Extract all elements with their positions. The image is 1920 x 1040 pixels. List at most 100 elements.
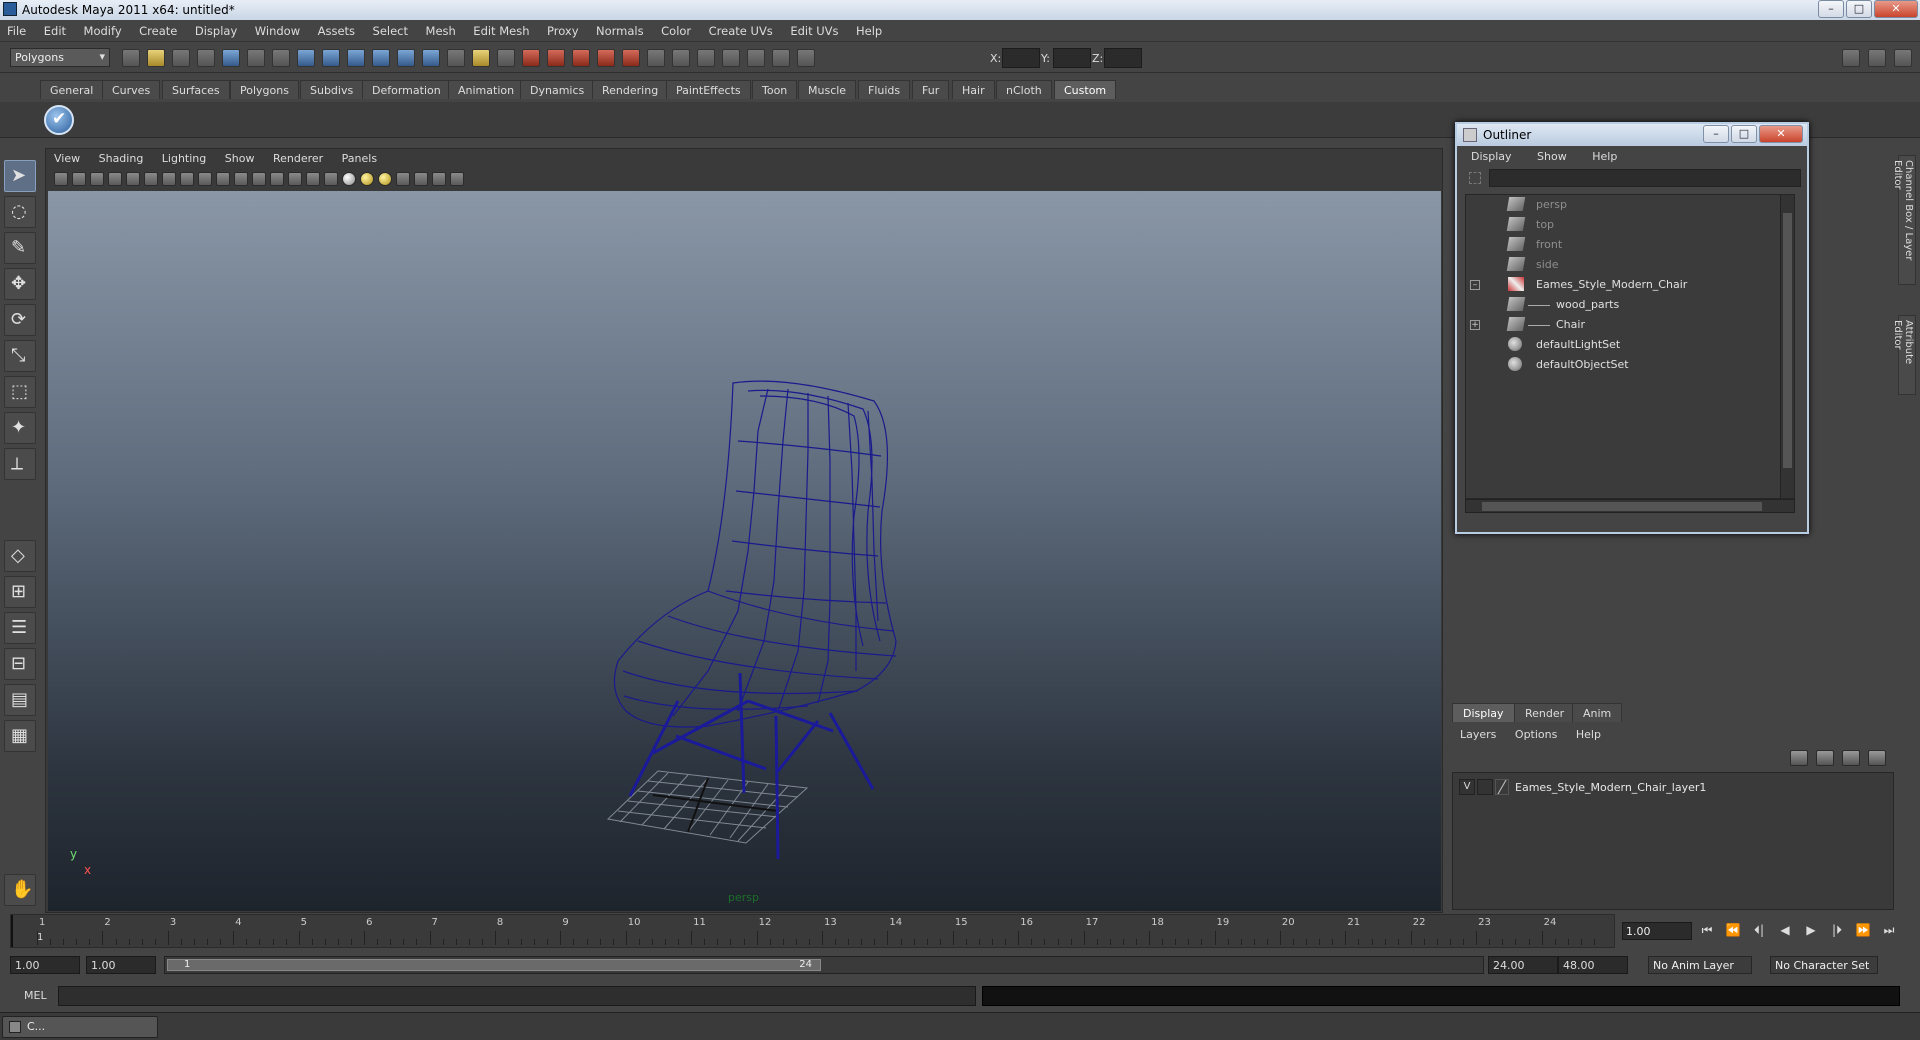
render-frame-icon[interactable] — [497, 49, 515, 67]
vp-menu-panels[interactable]: Panels — [334, 149, 384, 165]
step-back-key-button[interactable]: ⏪ — [1724, 923, 1742, 939]
outliner-close-button[interactable]: ✕ — [1759, 125, 1803, 143]
lasso-tool[interactable]: ◌ — [4, 196, 36, 228]
menu-edit[interactable]: Edit — [37, 20, 73, 38]
all-lights-icon[interactable] — [360, 172, 374, 186]
scroll-thumb[interactable] — [1783, 213, 1792, 468]
outliner-horizontal-scrollbar[interactable] — [1465, 499, 1795, 513]
select-tool[interactable]: ➤ — [4, 160, 36, 192]
shelf-tab-subdivs[interactable]: Subdivs — [300, 80, 364, 99]
outliner-item-eames-chair-group[interactable]: – Eames_Style_Modern_Chair — [1466, 275, 1780, 295]
command-input[interactable] — [58, 986, 976, 1006]
z-field[interactable] — [1104, 48, 1142, 68]
outliner-persp-layout[interactable]: ☰ — [4, 612, 36, 644]
shelf-tab-painteffects[interactable]: PaintEffects — [666, 80, 751, 99]
vp-menu-lighting[interactable]: Lighting — [154, 149, 213, 165]
snap-point-icon[interactable] — [347, 49, 365, 67]
filter-icon[interactable] — [1469, 172, 1481, 184]
close-button[interactable]: ✕ — [1874, 0, 1918, 18]
playback-end-field[interactable]: 24.00 — [1488, 956, 1558, 974]
tab-attribute-editor[interactable]: Attribute Editor — [1892, 315, 1916, 395]
smooth-shade-icon[interactable] — [180, 172, 194, 186]
input-line-icon[interactable] — [647, 49, 665, 67]
snap-grid-icon[interactable] — [297, 49, 315, 67]
menu-create[interactable]: Create — [132, 20, 184, 38]
light-icon[interactable] — [472, 49, 490, 67]
layer-playback-toggle[interactable] — [1477, 779, 1493, 795]
toggle-channel-box-icon[interactable] — [1868, 49, 1886, 67]
current-time-marker[interactable] — [11, 915, 13, 947]
outliner-maximize-button[interactable]: □ — [1731, 125, 1757, 143]
go-to-end-button[interactable]: ⏭ — [1880, 923, 1898, 939]
playback-start-field[interactable]: 1.00 — [86, 956, 156, 974]
menu-mesh[interactable]: Mesh — [419, 20, 463, 38]
play-forward-button[interactable]: ▶ — [1802, 923, 1820, 939]
cube-default-icon[interactable] — [288, 172, 302, 186]
resolution-gate-icon[interactable] — [432, 172, 446, 186]
make-live-icon[interactable] — [397, 49, 415, 67]
transform-absolute-icon[interactable] — [797, 49, 815, 67]
ol-menu-help[interactable]: Help — [1578, 146, 1625, 163]
render-settings-icon[interactable] — [547, 49, 565, 67]
manipulator-tool[interactable]: ⬚ — [4, 376, 36, 408]
scale-tool[interactable]: ⤡ — [4, 340, 36, 372]
layer-menu-options[interactable]: Options — [1507, 724, 1564, 741]
wireframe-on-shaded-icon[interactable] — [198, 172, 212, 186]
move-tool[interactable]: ✥ — [4, 268, 36, 300]
new-layer-icon[interactable] — [1842, 750, 1860, 766]
menu-display[interactable]: Display — [188, 20, 244, 38]
current-frame-field[interactable]: 1.00 — [1622, 922, 1692, 940]
time-slider[interactable]: 1 1 2 3 4 5 6 7 8 9 10 11 12 13 14 15 16 17 18 19 20 21 22 23 2… — [10, 914, 1615, 948]
vp-menu-show[interactable]: Show — [217, 149, 262, 165]
outliner-item-default-object-set[interactable]: defaultObjectSet — [1466, 355, 1780, 375]
ol-menu-display[interactable]: Display — [1457, 146, 1520, 163]
render-view-icon[interactable] — [597, 49, 615, 67]
new-scene-icon[interactable] — [122, 49, 140, 67]
range-slider-thumb[interactable]: 1 24 — [167, 959, 821, 971]
bookmarks-icon[interactable] — [90, 172, 104, 186]
layer-tab-anim[interactable]: Anim — [1572, 703, 1623, 722]
checker-icon[interactable] — [324, 172, 338, 186]
tool-settings-icon[interactable] — [747, 49, 765, 67]
layer-menu-help[interactable]: Help — [1568, 724, 1608, 741]
shelf-tab-ncloth[interactable]: nCloth — [996, 80, 1052, 99]
select-component-icon[interactable] — [247, 49, 265, 67]
shelf-tab-curves[interactable]: Curves — [102, 80, 161, 99]
cube-shaded-icon[interactable] — [306, 172, 320, 186]
outliner-item-top[interactable]: top — [1466, 215, 1780, 235]
graph-persp-layout[interactable]: ⊟ — [4, 648, 36, 680]
four-view-layout[interactable]: ⊞ — [4, 576, 36, 608]
outliner-item-side[interactable]: side — [1466, 255, 1780, 275]
layer-visibility-toggle[interactable]: V — [1459, 779, 1475, 795]
menu-proxy[interactable]: Proxy — [540, 20, 586, 38]
shadows-icon[interactable] — [270, 172, 284, 186]
construction-history-icon[interactable] — [447, 49, 465, 67]
menu-edit-mesh[interactable]: Edit Mesh — [466, 20, 536, 38]
hypershade-icon[interactable] — [572, 49, 590, 67]
minimized-window[interactable]: C... — [2, 1016, 158, 1038]
menu-set-dropdown[interactable]: Polygons ▾ — [10, 48, 110, 67]
shelf-tab-deformation[interactable]: Deformation — [362, 80, 451, 99]
menu-normals[interactable]: Normals — [589, 20, 651, 38]
ol-menu-show[interactable]: Show — [1523, 146, 1575, 163]
outliner-titlebar[interactable]: Outliner – □ ✕ — [1457, 124, 1807, 146]
menu-edit-uvs[interactable]: Edit UVs — [783, 20, 845, 38]
animation-start-field[interactable]: 1.00 — [10, 956, 80, 974]
outliner-minimize-button[interactable]: – — [1703, 125, 1729, 143]
shelf-tab-animation[interactable]: Animation — [448, 80, 525, 99]
single-perspective-layout[interactable]: ◇ — [4, 540, 36, 572]
image-plane-icon[interactable] — [108, 172, 122, 186]
outliner-vertical-scrollbar[interactable] — [1780, 195, 1794, 498]
new-layer-from-selection-icon[interactable] — [1868, 750, 1886, 766]
outliner-filter-input[interactable] — [1489, 169, 1801, 187]
rotate-tool[interactable]: ⟳ — [4, 304, 36, 336]
snap-view-plane-icon[interactable] — [372, 49, 390, 67]
shelf-tab-toon[interactable]: Toon — [752, 80, 798, 99]
ipr-render-icon[interactable] — [522, 49, 540, 67]
outliner-item-persp[interactable]: persp — [1466, 195, 1780, 215]
layer-tab-display[interactable]: Display — [1452, 703, 1515, 722]
grid-toggle-icon[interactable] — [144, 172, 158, 186]
use-all-lights-icon[interactable] — [252, 172, 266, 186]
outliner-item-chair[interactable]: + Chair — [1466, 315, 1780, 335]
channel-box-icon[interactable] — [772, 49, 790, 67]
